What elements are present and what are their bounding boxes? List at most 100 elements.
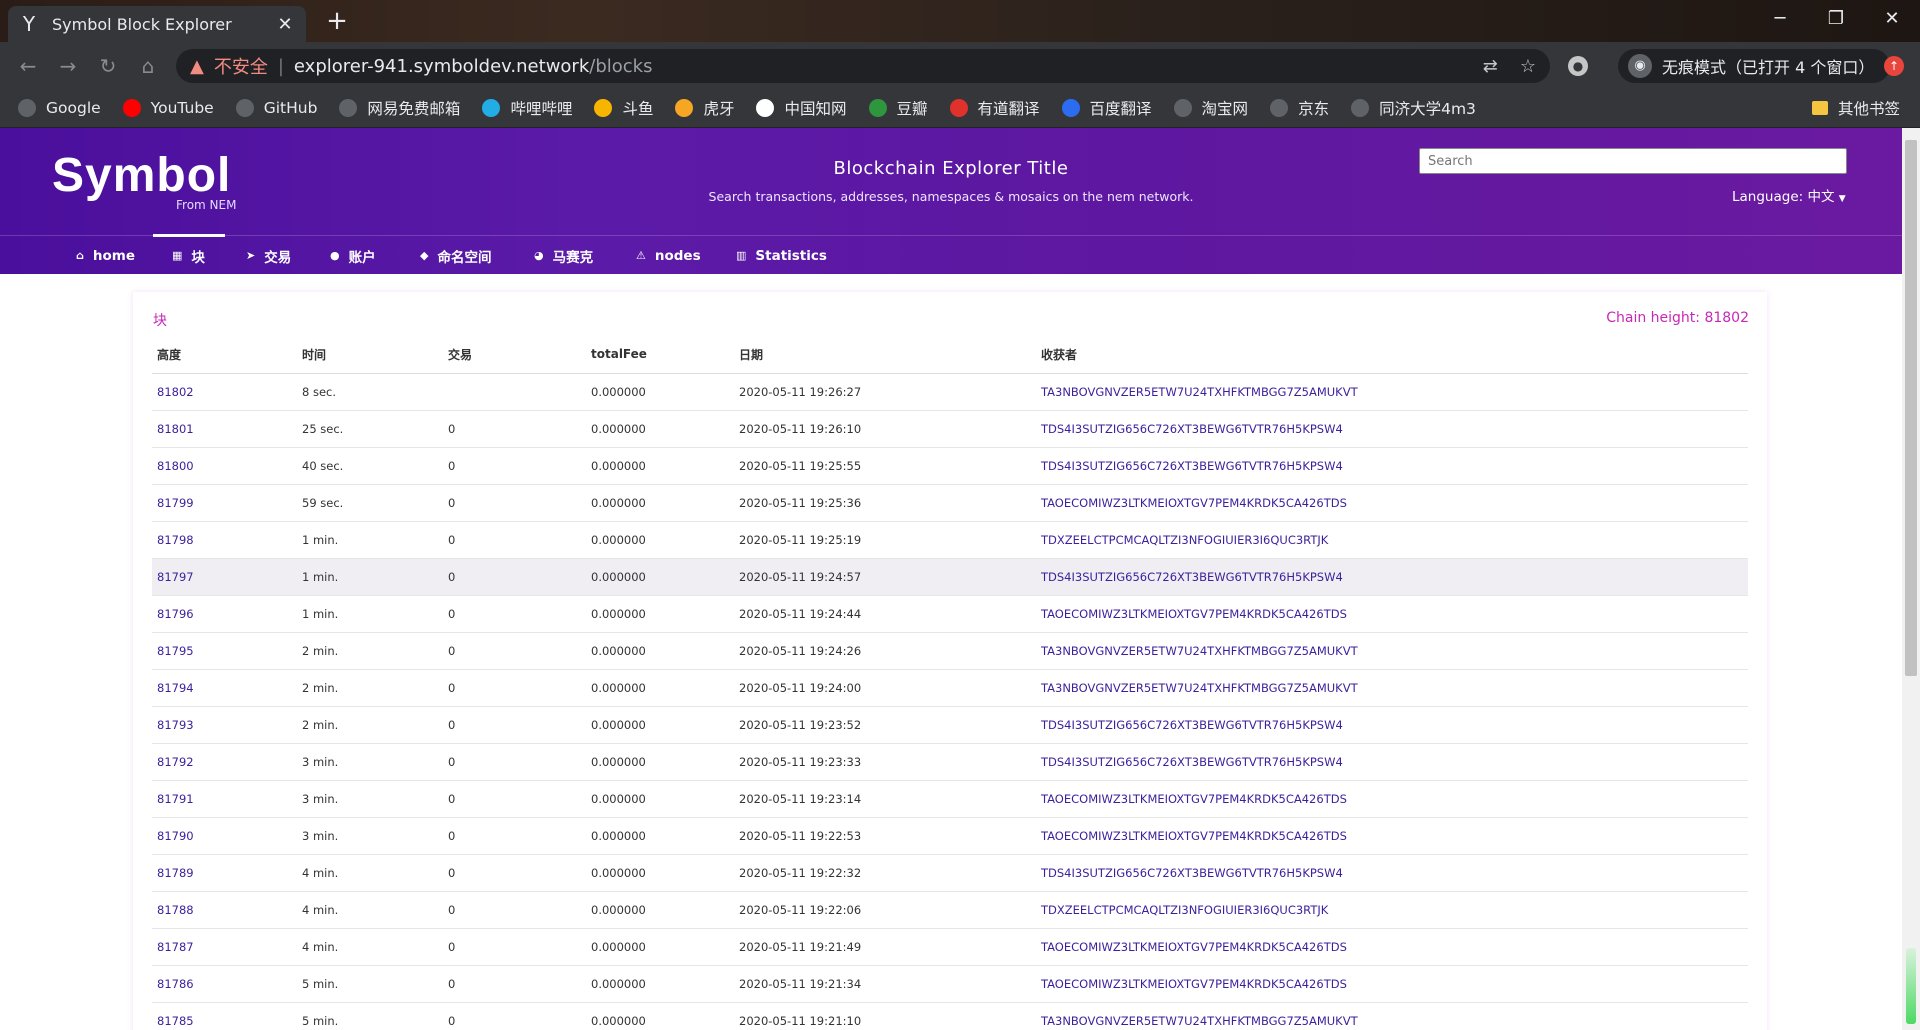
block-date: 2020-05-11 19:24:44 [734,595,1036,633]
harvester-link[interactable]: TA3NBOVGNVZER5ETW7U24TXHFKTMBGG7Z5AMUKVT [1036,632,1748,670]
column-header-total-fee[interactable]: totalFee [586,336,734,374]
block-height-link[interactable]: 81794 [152,669,297,707]
harvester-link[interactable]: TAOECOMIWZ3LTKMEIOXTGV7PEM4KRDK5CA426TDS [1036,595,1748,633]
block-age: 3 min. [297,743,443,781]
nav-item-1[interactable]: ▦ 块 [153,234,225,275]
nav-item-0[interactable]: ⌂ home [76,236,135,275]
extension-icon[interactable]: ● [1568,56,1588,76]
home-button[interactable]: ⌂ [134,52,162,80]
block-height-link[interactable]: 81789 [152,854,297,892]
block-height-link[interactable]: 81796 [152,595,297,633]
browser-tab[interactable]: Y Symbol Block Explorer ✕ [8,6,306,42]
block-height-link[interactable]: 81795 [152,632,297,670]
bookmark-item[interactable]: 斗鱼 [594,97,653,119]
harvester-link[interactable]: TAOECOMIWZ3LTKMEIOXTGV7PEM4KRDK5CA426TDS [1036,484,1748,522]
block-height-link[interactable]: 81797 [152,558,297,596]
block-height-link[interactable]: 81787 [152,928,297,966]
minimize-window-button[interactable]: ─ [1752,0,1808,38]
table-row: 81792 3 min. 0 0.000000 2020-05-11 19:23:33 T… [152,743,1748,781]
scrollbar-thumb[interactable] [1905,140,1917,676]
bookmark-item[interactable]: 有道翻译 [949,97,1040,119]
harvester-link[interactable]: TDS4I3SUTZIG656C726XT3BEWG6TVTR76H5KPSW4 [1036,410,1748,448]
block-age: 8 sec. [297,373,443,411]
harvester-link[interactable]: TDS4I3SUTZIG656C726XT3BEWG6TVTR76H5KPSW4 [1036,743,1748,781]
page-scrollbar[interactable] [1902,128,1920,1030]
address-bar[interactable]: ▲ 不安全 | explorer-941.symboldev.network /… [176,49,1550,83]
bookmark-item[interactable]: 中国知网 [756,97,847,119]
incognito-label: 无痕模式（已打开 4 个窗口） [1662,58,1875,77]
bookmark-item[interactable]: 京东 [1270,97,1329,119]
block-height-link[interactable]: 81800 [152,447,297,485]
new-tab-button[interactable]: + [322,6,352,36]
bookmark-item[interactable]: 豆瓣 [868,97,928,119]
block-height-link[interactable]: 81801 [152,410,297,448]
harvester-link[interactable]: TAOECOMIWZ3LTKMEIOXTGV7PEM4KRDK5CA426TDS [1036,817,1748,855]
nav-item-7[interactable]: ▥ Statistics [736,236,827,275]
column-header-transactions[interactable]: 交易 [443,336,586,374]
update-icon[interactable]: ↑ [1884,56,1904,76]
block-date: 2020-05-11 19:24:57 [734,558,1036,596]
other-bookmarks-label: 其他书签 [1837,100,1900,118]
bookmark-item[interactable]: Google [18,98,101,117]
search-input[interactable] [1419,148,1847,174]
bookmark-item[interactable]: 哔哩哔哩 [482,97,572,119]
harvester-link[interactable]: TA3NBOVGNVZER5ETW7U24TXHFKTMBGG7Z5AMUKVT [1036,373,1748,411]
harvester-link[interactable]: TA3NBOVGNVZER5ETW7U24TXHFKTMBGG7Z5AMUKVT [1036,1002,1748,1030]
bookmark-item[interactable]: 淘宝网 [1173,97,1248,119]
globe-icon [1270,98,1289,117]
bookmark-item[interactable]: YouTube [122,98,214,117]
bookmark-label: 斗鱼 [622,99,654,118]
block-total-fee: 0.000000 [586,928,734,966]
reload-button[interactable]: ↻ [94,52,122,80]
column-header-height[interactable]: 高度 [152,336,297,374]
block-height-link[interactable]: 81790 [152,817,297,855]
harvester-link[interactable]: TAOECOMIWZ3LTKMEIOXTGV7PEM4KRDK5CA426TDS [1036,965,1748,1003]
block-height-link[interactable]: 81799 [152,484,297,522]
incognito-indicator[interactable]: ◉ 无痕模式（已打开 4 个窗口） [1618,49,1890,83]
table-row: 81802 8 sec. 0.000000 2020-05-11 19:26:27 TA… [152,373,1748,411]
nav-item-2[interactable]: ➤ 交易 [246,236,291,275]
block-total-fee: 0.000000 [586,780,734,818]
back-button[interactable]: ← [14,52,42,80]
nav-item-3[interactable]: ● 账户 [330,236,376,275]
language-selector[interactable]: Language: 中文 ▼ [1732,185,1846,205]
harvester-link[interactable]: TDS4I3SUTZIG656C726XT3BEWG6TVTR76H5KPSW4 [1036,447,1748,485]
column-header-age[interactable]: 时间 [297,336,443,374]
harvester-link[interactable]: TDXZEELCTPCMCAQLTZI3NFOGIUIER3I6QUC3RTJK [1036,521,1748,559]
bookmark-star-icon[interactable]: ☆ [1520,56,1536,77]
bookmark-item[interactable]: 同济大学4m3 [1351,97,1476,119]
block-height-link[interactable]: 81786 [152,965,297,1003]
column-header-harvester[interactable]: 收获者 [1036,336,1748,374]
block-height-link[interactable]: 81791 [152,780,297,818]
harvester-link[interactable]: TDS4I3SUTZIG656C726XT3BEWG6TVTR76H5KPSW4 [1036,558,1748,596]
restore-window-button[interactable]: ❐ [1808,0,1864,38]
harvester-link[interactable]: TAOECOMIWZ3LTKMEIOXTGV7PEM4KRDK5CA426TDS [1036,780,1748,818]
nav-item-label: 块 [191,249,205,266]
close-window-button[interactable]: ✕ [1864,0,1920,38]
harvester-link[interactable]: TDXZEELCTPCMCAQLTZI3NFOGIUIER3I6QUC3RTJK [1036,891,1748,929]
bookmark-label: 有道翻译 [977,99,1040,118]
column-header-date[interactable]: 日期 [734,336,1036,374]
nav-item-4[interactable]: ◆ 命名空间 [420,236,491,275]
bookmark-item[interactable]: 百度翻译 [1061,97,1152,119]
block-height-link[interactable]: 81785 [152,1002,297,1030]
bookmark-item[interactable]: 虎牙 [675,97,734,119]
block-height-link[interactable]: 81788 [152,891,297,929]
harvester-link[interactable]: TA3NBOVGNVZER5ETW7U24TXHFKTMBGG7Z5AMUKVT [1036,669,1748,707]
bookmark-item[interactable]: 网易免费邮箱 [339,97,460,119]
close-tab-icon[interactable]: ✕ [274,14,296,35]
harvester-link[interactable]: TDS4I3SUTZIG656C726XT3BEWG6TVTR76H5KPSW4 [1036,854,1748,892]
harvester-link[interactable]: TAOECOMIWZ3LTKMEIOXTGV7PEM4KRDK5CA426TDS [1036,928,1748,966]
translate-icon[interactable]: ⇄ [1483,56,1498,77]
block-height-link[interactable]: 81792 [152,743,297,781]
forward-button[interactable]: → [54,52,82,80]
bookmark-item[interactable]: GitHub [235,98,317,117]
harvester-link[interactable]: TDS4I3SUTZIG656C726XT3BEWG6TVTR76H5KPSW4 [1036,706,1748,744]
other-bookmarks[interactable]: 其他书签 [1811,88,1900,128]
block-height-link[interactable]: 81793 [152,706,297,744]
nav-item-6[interactable]: ⚠ nodes [636,236,701,275]
block-height-link[interactable]: 81798 [152,521,297,559]
nav-item-5[interactable]: ◕ 马赛克 [534,236,593,275]
nav-item-label: 交易 [264,249,292,266]
block-height-link[interactable]: 81802 [152,373,297,411]
